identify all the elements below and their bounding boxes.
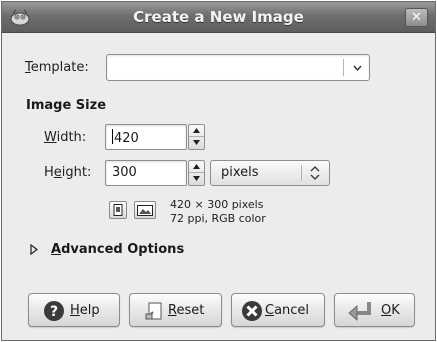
cancel-icon <box>242 301 262 321</box>
close-icon: ✕ <box>411 10 422 25</box>
template-combo[interactable] <box>106 54 370 81</box>
landscape-icon <box>137 205 153 216</box>
width-increment-button[interactable] <box>189 125 204 137</box>
height-decrement-button[interactable] <box>189 173 204 185</box>
close-window-button[interactable]: ✕ <box>405 8 428 27</box>
ok-arrow-icon <box>348 302 371 321</box>
help-button-label: Help <box>70 303 100 318</box>
arrow-up-icon <box>193 128 200 133</box>
arrow-down-icon <box>193 176 200 181</box>
combo-separator <box>301 165 302 181</box>
advanced-options-label: Advanced Options <box>51 242 185 257</box>
cancel-button[interactable]: Cancel <box>231 293 325 327</box>
ok-button[interactable]: OK <box>334 293 415 327</box>
width-input[interactable]: 420 <box>105 124 187 150</box>
ok-button-label: OK <box>381 303 400 318</box>
unit-select[interactable]: pixels <box>210 160 330 186</box>
create-image-dialog: Create a New Image ✕ Template: Image Siz… <box>1 1 436 341</box>
width-label: Width: <box>44 130 87 145</box>
image-info-resolution: 72 ppi, RGB color <box>170 212 266 225</box>
image-size-heading: Image Size <box>26 98 107 113</box>
height-increment-button[interactable] <box>189 161 204 173</box>
help-icon: ? <box>44 301 64 321</box>
reset-button[interactable]: Reset <box>129 293 222 327</box>
reset-icon <box>145 302 162 320</box>
arrow-down-icon <box>193 140 200 145</box>
expander-arrow-icon <box>30 244 38 255</box>
portrait-button[interactable] <box>109 201 127 219</box>
chevron-down-icon <box>353 65 362 71</box>
width-spinner[interactable] <box>188 124 205 150</box>
portrait-icon <box>113 204 123 216</box>
cancel-button-label: Cancel <box>265 303 310 318</box>
reset-button-label: Reset <box>168 303 205 318</box>
landscape-button[interactable] <box>134 201 156 219</box>
advanced-options-expander[interactable]: Advanced Options <box>24 238 214 262</box>
height-label: Height: <box>44 165 92 180</box>
template-label: Template: <box>25 60 89 75</box>
unit-value: pixels <box>221 165 259 180</box>
width-decrement-button[interactable] <box>189 137 204 149</box>
window-title: Create a New Image <box>133 8 304 26</box>
title-bar[interactable]: Create a New Image ✕ <box>2 2 435 33</box>
height-input[interactable]: 300 <box>105 160 187 186</box>
image-info-size: 420 × 300 pixels <box>170 198 264 211</box>
height-spinner[interactable] <box>188 160 205 186</box>
up-down-arrows-icon <box>310 166 320 180</box>
combo-separator <box>343 59 344 76</box>
arrow-up-icon <box>193 164 200 169</box>
help-button[interactable]: ? Help <box>28 293 120 327</box>
svg-text:?: ? <box>50 304 58 320</box>
